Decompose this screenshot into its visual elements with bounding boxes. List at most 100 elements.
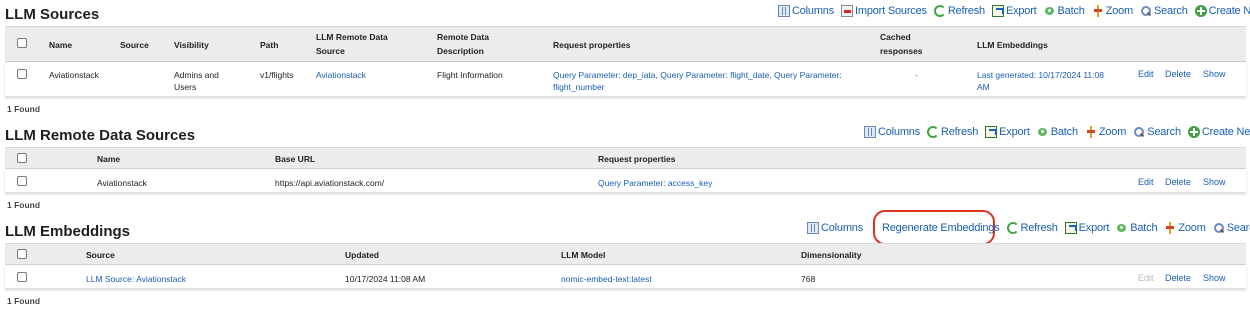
zoom-icon — [1092, 5, 1104, 17]
llm-embeddings-table-header: Source Updated LLM Model Dimensionality — [5, 243, 1246, 265]
delete-link[interactable]: Delete — [1165, 177, 1191, 187]
search-button[interactable]: Search — [1140, 5, 1188, 17]
row-name: Aviationstack — [49, 70, 99, 80]
edit-link: Edit — [1138, 273, 1154, 283]
columns-icon — [864, 126, 876, 138]
search-button[interactable]: Search — [1213, 222, 1250, 234]
columns-button[interactable]: Columns — [778, 5, 834, 17]
llm-sources-title: LLM Sources — [5, 6, 100, 23]
columns-button[interactable]: Columns — [807, 222, 863, 234]
export-button[interactable]: Export — [1064, 222, 1109, 234]
refresh-button[interactable]: Refresh — [1006, 222, 1058, 234]
header-source[interactable]: Source — [120, 38, 149, 52]
batch-button[interactable]: Batch — [1044, 5, 1085, 17]
delete-link[interactable]: Delete — [1165, 273, 1191, 283]
batch-button[interactable]: Batch — [1037, 126, 1078, 138]
columns-button[interactable]: Columns — [864, 126, 920, 138]
row-dimensionality: 768 — [801, 274, 816, 284]
refresh-icon — [927, 126, 940, 138]
refresh-button[interactable]: Refresh — [933, 5, 985, 17]
header-cached-responses[interactable]: Cached responses — [880, 30, 923, 58]
llm-embeddings-title: LLM Embeddings — [5, 223, 130, 240]
table-row: LLM Source: Aviationstack 10/17/2024 11:… — [5, 266, 1246, 289]
row-cached-responses[interactable]: - — [915, 69, 918, 81]
import-sources-button[interactable]: Import Sources — [841, 5, 927, 17]
batch-button[interactable]: Batch — [1116, 222, 1158, 234]
header-name[interactable]: Name — [49, 38, 72, 52]
zoom-button[interactable]: Zoom — [1085, 126, 1126, 138]
refresh-icon — [1006, 222, 1019, 234]
row-base-url: https://api.aviationstack.com/ — [275, 178, 385, 188]
row-path: v1/flights — [260, 70, 294, 80]
row-visibility: Admins and Users — [174, 70, 219, 92]
columns-icon — [807, 222, 819, 234]
found-count: 1 Found — [7, 200, 41, 210]
zoom-button[interactable]: Zoom — [1092, 5, 1133, 17]
delete-link[interactable]: Delete — [1165, 69, 1191, 79]
header-llm-model[interactable]: LLM Model — [561, 248, 605, 262]
plus-circle-icon — [1194, 5, 1207, 17]
batch-icon — [1116, 222, 1128, 234]
refresh-button[interactable]: Refresh — [927, 126, 978, 138]
header-llm-embeddings[interactable]: LLM Embeddings — [977, 38, 1048, 52]
header-updated[interactable]: Updated — [345, 248, 379, 262]
export-icon — [991, 5, 1004, 17]
header-remote-source[interactable]: LLM Remote Data Source — [316, 30, 388, 58]
search-icon — [1133, 126, 1145, 138]
found-count: 1 Found — [7, 104, 41, 114]
refresh-icon — [933, 5, 946, 17]
header-path[interactable]: Path — [260, 38, 278, 52]
llm-remote-toolbar: Columns Refresh Export Batch Zoom Search… — [864, 126, 1250, 138]
batch-icon — [1044, 5, 1056, 17]
row-updated: 10/17/2024 11:08 AM — [345, 274, 426, 284]
row-checkbox[interactable] — [17, 176, 27, 186]
show-link[interactable]: Show — [1203, 273, 1226, 283]
row-llm-model-link[interactable]: nomic-embed-text:latest — [561, 273, 652, 285]
export-button[interactable]: Export — [991, 5, 1037, 17]
row-embeddings-link[interactable]: Last generated: 10/17/2024 11:08 AM — [977, 69, 1104, 93]
table-row: Aviationstack Admins and Users v1/flights… — [5, 63, 1246, 97]
row-checkbox[interactable] — [17, 69, 27, 79]
llm-sources-table-header: Name Source Visibility Path LLM Remote D… — [5, 26, 1246, 62]
search-button[interactable]: Search — [1133, 126, 1181, 138]
header-remote-description[interactable]: Remote Data Description — [437, 30, 489, 58]
edit-link[interactable]: Edit — [1138, 69, 1154, 79]
header-base-url[interactable]: Base URL — [275, 152, 315, 166]
found-count: 1 Found — [7, 296, 41, 306]
show-link[interactable]: Show — [1203, 69, 1226, 79]
show-link[interactable]: Show — [1203, 177, 1226, 187]
edit-link[interactable]: Edit — [1138, 177, 1154, 187]
row-checkbox[interactable] — [17, 272, 27, 282]
zoom-icon — [1085, 126, 1097, 138]
row-name: Aviationstack — [97, 178, 147, 188]
export-icon — [985, 126, 998, 138]
llm-remote-table-header: Name Base URL Request properties — [5, 147, 1246, 169]
export-button[interactable]: Export — [985, 126, 1030, 138]
batch-icon — [1037, 126, 1049, 138]
row-remote-source-link[interactable]: Aviationstack — [316, 69, 366, 81]
select-all-checkbox[interactable] — [17, 38, 27, 48]
create-new-button[interactable]: Create New — [1187, 126, 1250, 138]
plus-circle-icon — [1187, 126, 1200, 138]
row-source-link[interactable]: LLM Source: Aviationstack — [86, 273, 186, 285]
header-dimensionality[interactable]: Dimensionality — [801, 248, 861, 262]
row-request-properties-link[interactable]: Query Parameter: dep_iata, Query Paramet… — [553, 69, 842, 93]
table-row: Aviationstack https://api.aviationstack.… — [5, 170, 1246, 193]
zoom-button[interactable]: Zoom — [1164, 222, 1206, 234]
select-all-checkbox[interactable] — [17, 249, 27, 259]
header-visibility[interactable]: Visibility — [174, 38, 209, 52]
llm-embeddings-toolbar: Columns Regenerate Embeddings Refresh Ex… — [807, 222, 1250, 234]
header-name[interactable]: Name — [97, 152, 120, 166]
llm-remote-data-sources-title: LLM Remote Data Sources — [5, 127, 196, 144]
regenerate-embeddings-button[interactable]: Regenerate Embeddings — [882, 222, 1000, 234]
row-request-properties-link[interactable]: Query Parameter: access_key — [598, 177, 712, 189]
select-all-checkbox[interactable] — [17, 153, 27, 163]
header-request-properties[interactable]: Request properties — [553, 38, 630, 52]
header-request-properties[interactable]: Request properties — [598, 152, 675, 166]
import-icon — [841, 5, 854, 17]
header-source[interactable]: Source — [86, 248, 115, 262]
create-new-button[interactable]: Create New — [1194, 5, 1250, 17]
row-description: Flight Information — [437, 70, 503, 80]
columns-icon — [778, 5, 790, 17]
zoom-icon — [1164, 222, 1176, 234]
